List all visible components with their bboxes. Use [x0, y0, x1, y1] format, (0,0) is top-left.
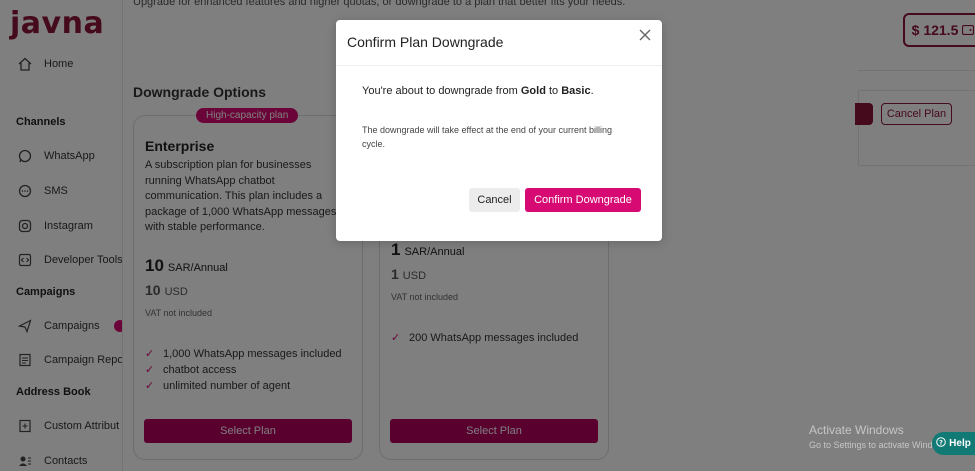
- close-icon[interactable]: [637, 27, 653, 43]
- modal-divider: [336, 65, 662, 66]
- message-suffix: .: [590, 85, 594, 97]
- message-prefix: You're about to downgrade from: [362, 85, 521, 97]
- confirm-downgrade-modal: Confirm Plan Downgrade You're about to d…: [336, 20, 662, 241]
- modal-message: You're about to downgrade from Gold to B…: [362, 85, 594, 97]
- windows-activation-watermark: Activate Windows Go to Settings to activ…: [809, 423, 951, 450]
- help-button[interactable]: ? Help: [932, 432, 975, 455]
- help-icon: ?: [936, 437, 946, 450]
- cancel-button[interactable]: Cancel: [469, 188, 520, 212]
- watermark-line1: Activate Windows: [809, 423, 904, 437]
- from-plan: Gold: [520, 85, 546, 97]
- modal-note: The downgrade will take effect at the en…: [362, 125, 612, 149]
- to-plan: Basic: [561, 85, 591, 97]
- help-label: Help: [949, 438, 971, 449]
- modal-title: Confirm Plan Downgrade: [347, 34, 504, 50]
- confirm-downgrade-button[interactable]: Confirm Downgrade: [525, 188, 641, 212]
- message-mid: to: [545, 85, 562, 97]
- watermark-line2: Go to Settings to activate Windows.: [809, 440, 952, 450]
- svg-text:?: ?: [939, 438, 943, 446]
